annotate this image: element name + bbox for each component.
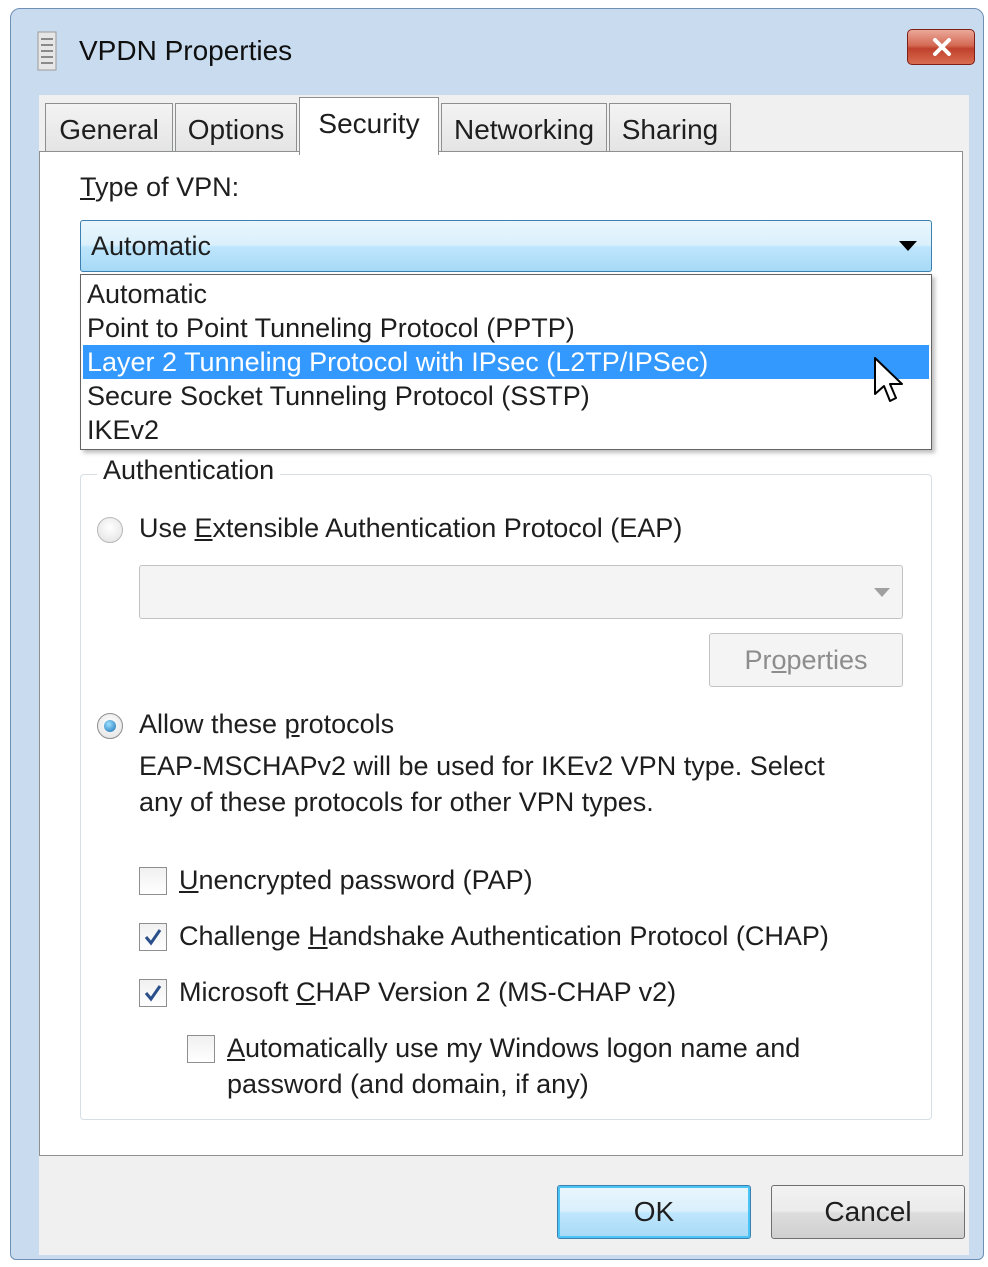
close-icon	[933, 38, 951, 56]
dropdown-option-sstp[interactable]: Secure Socket Tunneling Protocol (SSTP)	[83, 379, 929, 413]
vpn-type-dropdown-list: Automatic Point to Point Tunneling Proto…	[80, 274, 932, 450]
authentication-group: Authentication Use Extensible Authentica…	[80, 455, 932, 1120]
cancel-button[interactable]: Cancel	[771, 1185, 965, 1239]
mschap-checkbox[interactable]	[139, 979, 167, 1007]
dropdown-option-l2tp[interactable]: Layer 2 Tunneling Protocol with IPsec (L…	[83, 345, 929, 379]
tab-label: Networking	[453, 114, 595, 145]
dropdown-option-pptp[interactable]: Point to Point Tunneling Protocol (PPTP)	[83, 311, 929, 345]
auto-logon-label-line2: password (and domain, if any)	[227, 1069, 589, 1099]
mouse-pointer-icon	[874, 357, 903, 402]
ok-button[interactable]: OK	[557, 1185, 751, 1239]
tab-label: Security	[318, 108, 420, 139]
dialog-client-area: General Options Security Networking Shar…	[39, 95, 969, 1255]
pap-checkbox[interactable]	[139, 867, 167, 895]
pap-label: Unencrypted password (PAP)	[179, 865, 533, 895]
mschap-label: Microsoft CHAP Version 2 (MS-CHAP v2)	[179, 977, 677, 1007]
properties-button[interactable]: Properties	[709, 633, 903, 687]
dialog-window: VPDN Properties General Options Security…	[10, 8, 984, 1260]
tab-label: Sharing	[621, 114, 719, 145]
eap-method-select[interactable]	[139, 565, 903, 619]
eap-radio[interactable]	[97, 517, 123, 543]
chap-checkbox[interactable]	[139, 923, 167, 951]
dropdown-option-automatic[interactable]: Automatic	[83, 277, 929, 311]
chevron-down-icon	[899, 241, 917, 251]
vpn-type-select[interactable]: Automatic	[80, 220, 932, 272]
tab-networking[interactable]: Networking	[441, 103, 607, 155]
tab-security[interactable]: Security	[299, 97, 439, 155]
dropdown-option-ikev2[interactable]: IKEv2	[83, 413, 929, 447]
auto-logon-label-line1: Automatically use my Windows logon name …	[227, 1033, 801, 1063]
chap-label: Challenge Handshake Authentication Proto…	[179, 921, 829, 951]
eap-radio-label: Use Extensible Authentication Protocol (…	[139, 513, 683, 543]
chevron-down-icon	[874, 588, 890, 597]
protocols-description-line1: EAP-MSCHAPv2 will be used for IKEv2 VPN …	[139, 751, 825, 781]
tab-label: General	[59, 114, 159, 145]
tab-label: Options	[187, 114, 285, 145]
document-icon	[37, 31, 57, 71]
allow-protocols-radio[interactable]	[97, 713, 123, 739]
protocols-description-line2: any of these protocols for other VPN typ…	[139, 787, 654, 817]
allow-protocols-label: Allow these protocols	[139, 709, 395, 739]
security-tab-panel: Type of VPN: Automatic Automatic Point t…	[39, 151, 963, 1156]
checkmark-icon	[144, 985, 162, 1002]
tab-general[interactable]: General	[45, 103, 173, 155]
title-bar: VPDN Properties	[11, 9, 983, 87]
auto-logon-checkbox[interactable]	[187, 1035, 215, 1063]
tab-sharing[interactable]: Sharing	[609, 103, 731, 155]
vpn-type-label: Type of VPN:	[80, 172, 240, 202]
window-title: VPDN Properties	[79, 35, 293, 66]
vpn-type-selected-value: Automatic	[91, 231, 212, 261]
tab-options[interactable]: Options	[175, 103, 297, 155]
checkmark-icon	[144, 929, 162, 946]
authentication-group-title: Authentication	[97, 455, 281, 486]
close-button[interactable]	[907, 29, 975, 65]
